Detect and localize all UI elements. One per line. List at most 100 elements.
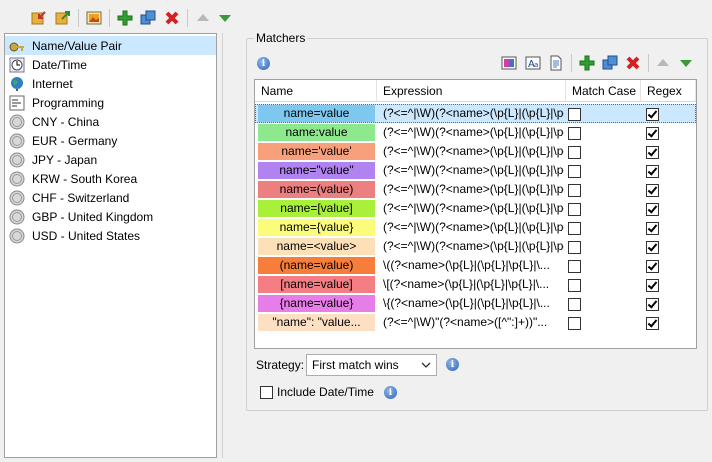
regex-checkbox[interactable] [646, 241, 659, 254]
matcher-name-cell[interactable]: (name=value) [258, 257, 375, 274]
category-label: GBP - United Kingdom [32, 209, 154, 224]
matcher-expression-cell[interactable]: (?<=^|\W)(?<name>(\p{L}|(\p{L}|\p{ [380, 104, 564, 123]
matcher-name-cell[interactable]: {name=value} [258, 295, 375, 312]
table-row[interactable]: name:value (?<=^|\W)(?<name>(\p{L}|(\p{L}… [255, 123, 696, 142]
table-row[interactable]: name=[value] (?<=^|\W)(?<name>(\p{L}|(\p{… [255, 199, 696, 218]
matcher-expression-cell[interactable]: (?<=^|\W)(?<name>(\p{L}|(\p{L}|\p{ [380, 199, 564, 218]
match-case-checkbox[interactable] [568, 279, 581, 292]
document-icon[interactable] [547, 54, 565, 72]
match-case-checkbox[interactable] [568, 146, 581, 159]
include-date-time-info-icon[interactable]: i [384, 386, 397, 399]
matcher-expression-cell[interactable]: (?<=^|\W)(?<name>(\p{L}|(\p{L}|\p{ [380, 123, 564, 142]
table-row[interactable]: name=<value> (?<=^|\W)(?<name>(\p{L}|(\p{… [255, 237, 696, 256]
matcher-name-cell[interactable]: name=value [258, 105, 375, 122]
table-row[interactable]: name='value' (?<=^|\W)(?<name>(\p{L}|(\p{… [255, 142, 696, 161]
match-case-checkbox[interactable] [568, 108, 581, 121]
category-item-chf[interactable]: CHF - Switzerland [5, 188, 216, 207]
table-row[interactable]: "name": "value... (?<=^|\W)"(?<name>([^":… [255, 313, 696, 332]
matcher-name-cell[interactable]: name={value} [258, 219, 375, 236]
table-row[interactable]: name=(value) (?<=^|\W)(?<name>(\p{L}|(\p{… [255, 180, 696, 199]
matcher-name-cell[interactable]: name=(value) [258, 181, 375, 198]
matcher-expression-cell[interactable]: (?<=^|\W)(?<name>(\p{L}|(\p{L}|\p{ [380, 218, 564, 237]
match-case-checkbox[interactable] [568, 298, 581, 311]
match-case-checkbox[interactable] [568, 241, 581, 254]
category-item-usd[interactable]: USD - United States [5, 226, 216, 245]
category-item-programming[interactable]: Programming [5, 93, 216, 112]
column-header-match-case[interactable]: Match Case [566, 80, 641, 102]
import-icon[interactable] [30, 9, 48, 27]
matcher-expression-cell[interactable]: \((?<name>(\p{L}|(\p{L}|\p{L}|\... [380, 256, 564, 275]
matcher-name-cell[interactable]: name:value [258, 124, 375, 141]
regex-checkbox[interactable] [646, 165, 659, 178]
matcher-expression-cell[interactable]: (?<=^|\W)"(?<name>([^":]+))"... [380, 313, 564, 332]
matcher-expression-cell[interactable]: (?<=^|\W)(?<name>(\p{L}|(\p{L}|\p{ [380, 180, 564, 199]
category-item-gbp[interactable]: GBP - United Kingdom [5, 207, 216, 226]
category-list[interactable]: Name/Value Pair Date/Time Internet Progr… [4, 33, 217, 458]
table-row[interactable]: name="value" (?<=^|\W)(?<name>(\p{L}|(\p{… [255, 161, 696, 180]
match-case-checkbox[interactable] [568, 317, 581, 330]
move-matcher-up-icon[interactable] [654, 54, 672, 72]
column-header-regex[interactable]: Regex [641, 80, 696, 102]
image-icon[interactable] [85, 9, 103, 27]
regex-checkbox[interactable] [646, 146, 659, 159]
category-item-internet[interactable]: Internet [5, 74, 216, 93]
table-row[interactable]: name=value (?<=^|\W)(?<name>(\p{L}|(\p{L}… [255, 104, 696, 123]
duplicate-matcher-icon[interactable] [601, 54, 619, 72]
table-row[interactable]: (name=value) \((?<name>(\p{L}|(\p{L}|\p{L… [255, 256, 696, 275]
regex-checkbox[interactable] [646, 317, 659, 330]
info-icon[interactable]: i [257, 57, 270, 70]
delete-matcher-icon[interactable] [624, 54, 642, 72]
strategy-info-icon[interactable]: i [446, 358, 459, 371]
category-item-eur[interactable]: EUR - Germany [5, 131, 216, 150]
column-header-expression[interactable]: Expression [377, 80, 566, 102]
matchers-table[interactable]: Name Expression Match Case Regex name=va… [254, 79, 697, 349]
match-case-checkbox[interactable] [568, 203, 581, 216]
splitter[interactable] [222, 33, 223, 458]
match-case-checkbox[interactable] [568, 127, 581, 140]
matcher-expression-cell[interactable]: (?<=^|\W)(?<name>(\p{L}|(\p{L}|\p{ [380, 142, 564, 161]
move-up-icon[interactable] [194, 9, 212, 27]
matcher-expression-cell[interactable]: \{(?<name>(\p{L}|(\p{L}|\p{L}|\... [380, 294, 564, 313]
regex-checkbox[interactable] [646, 298, 659, 311]
include-date-time-checkbox[interactable] [260, 386, 273, 399]
category-item-jpy[interactable]: JPY - Japan [5, 150, 216, 169]
export-icon[interactable] [54, 9, 72, 27]
match-case-checkbox[interactable] [568, 260, 581, 273]
add-icon[interactable] [116, 9, 134, 27]
matcher-expression-cell[interactable]: \[(?<name>(\p{L}|(\p{L}|\p{L}|\... [380, 275, 564, 294]
regex-checkbox[interactable] [646, 279, 659, 292]
category-item-name-value-pair[interactable]: Name/Value Pair [5, 36, 216, 55]
font-icon[interactable]: Aa [524, 54, 542, 72]
matcher-name-cell[interactable]: name=<value> [258, 238, 375, 255]
strategy-select[interactable]: First match wins [306, 354, 437, 376]
category-item-cny[interactable]: CNY - China [5, 112, 216, 131]
matcher-expression-cell[interactable]: (?<=^|\W)(?<name>(\p{L}|(\p{L}|\p{ [380, 161, 564, 180]
add-matcher-icon[interactable] [578, 54, 596, 72]
delete-icon[interactable] [163, 9, 181, 27]
move-down-icon[interactable] [216, 9, 234, 27]
category-item-krw[interactable]: KRW - South Korea [5, 169, 216, 188]
regex-checkbox[interactable] [646, 108, 659, 121]
match-case-checkbox[interactable] [568, 222, 581, 235]
table-row[interactable]: [name=value] \[(?<name>(\p{L}|(\p{L}|\p{L… [255, 275, 696, 294]
matcher-name-cell[interactable]: name=[value] [258, 200, 375, 217]
color-icon[interactable] [500, 54, 518, 72]
matcher-name-cell[interactable]: name='value' [258, 143, 375, 160]
matcher-expression-cell[interactable]: (?<=^|\W)(?<name>(\p{L}|(\p{L}|\p{ [380, 237, 564, 256]
regex-checkbox[interactable] [646, 184, 659, 197]
match-case-checkbox[interactable] [568, 184, 581, 197]
column-header-name[interactable]: Name [255, 80, 377, 102]
match-case-checkbox[interactable] [568, 165, 581, 178]
regex-checkbox[interactable] [646, 260, 659, 273]
move-matcher-down-icon[interactable] [677, 54, 695, 72]
category-item-date-time[interactable]: Date/Time [5, 55, 216, 74]
regex-checkbox[interactable] [646, 222, 659, 235]
table-row[interactable]: name={value} (?<=^|\W)(?<name>(\p{L}|(\p{… [255, 218, 696, 237]
matcher-name-cell[interactable]: [name=value] [258, 276, 375, 293]
matcher-name-cell[interactable]: name="value" [258, 162, 375, 179]
matcher-name-cell[interactable]: "name": "value... [258, 314, 375, 331]
duplicate-icon[interactable] [139, 9, 157, 27]
regex-checkbox[interactable] [646, 127, 659, 140]
table-row[interactable]: {name=value} \{(?<name>(\p{L}|(\p{L}|\p{L… [255, 294, 696, 313]
regex-checkbox[interactable] [646, 203, 659, 216]
